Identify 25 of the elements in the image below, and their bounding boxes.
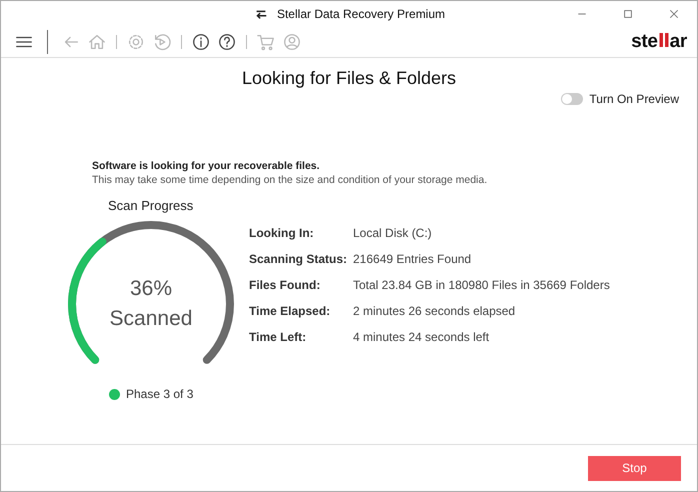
info-icon[interactable] [190,31,212,53]
logo-text: ar [670,31,687,53]
help-icon[interactable] [216,31,238,53]
detail-label: Looking In: [249,226,315,240]
detail-label: Files Found: [249,278,322,292]
section-title: Scan Progress [108,198,194,213]
percent-text: 36% [130,276,172,302]
phase-label: Phase 3 of 3 [126,387,194,401]
status-detail: This may take some time depending on the size and condition of your storage media. [92,174,488,186]
logo-text: ste [631,31,658,53]
detail-value: Local Disk (C:) [353,226,433,240]
status-dot [109,388,120,400]
page-heading: Looking for Files & Folders [240,68,458,89]
detail-label: Time Elapsed: [249,304,332,318]
detail-label: Scanning Status: [249,252,348,266]
logo-bars-icon [658,33,669,47]
preview-toggle[interactable]: Turn On Preview [561,92,679,106]
detail-label: Time Left: [249,330,308,344]
detail-value: 216649 Entries Found [353,252,472,266]
detail-value: 4 minutes 24 seconds left [353,330,490,344]
detail-value: 2 minutes 26 seconds elapsed [353,304,516,318]
status-message: Software is looking for your recoverable files. [92,160,321,172]
detail-value: Total 23.84 GB in 180980 Files in 35669 Folders [353,278,610,292]
scanned-label: Scanned [110,306,192,332]
window-title: Stellar Data Recovery Premium [276,7,446,21]
